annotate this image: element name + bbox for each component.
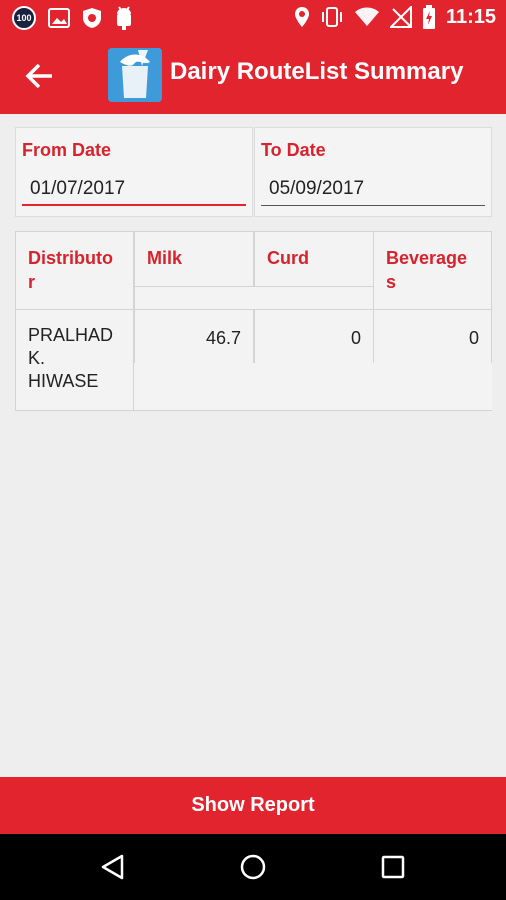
wifi-icon <box>354 7 379 26</box>
milk-glass-icon <box>108 48 162 102</box>
header-beverages: Beverage s <box>373 231 492 310</box>
image-icon <box>48 8 70 28</box>
android-icon <box>117 6 131 30</box>
header-distributor: Distributo r <box>15 231 134 310</box>
cell-beverages: 0 <box>373 309 492 364</box>
nav-recents-icon[interactable] <box>378 852 408 882</box>
status-notification-icons: 100 <box>12 6 134 30</box>
cell-milk: 46.7 <box>134 309 254 364</box>
status-time: 11:15 <box>445 5 496 28</box>
nav-home-icon[interactable] <box>238 852 268 882</box>
system-nav-bar <box>0 834 506 900</box>
vibrate-icon <box>321 7 342 27</box>
to-date-label: To Date <box>261 140 326 160</box>
row-filler <box>134 363 492 411</box>
header-curd: Curd <box>254 231 374 287</box>
header-spacer <box>134 286 374 310</box>
to-date-field[interactable]: 05/09/2017 <box>261 174 485 206</box>
cell-curd: 0 <box>254 309 374 364</box>
battery-saver-badge-icon: 100 <box>12 6 36 30</box>
to-date-card: To Date 05/09/2017 <box>254 127 492 217</box>
from-date-card: From Date 01/07/2017 <box>15 127 253 217</box>
from-date-field[interactable]: 01/07/2017 <box>22 174 246 206</box>
cell-distributor: PRALHAD K. HIWASE <box>15 309 134 411</box>
page-title: Dairy RouteList Summary <box>170 58 464 85</box>
battery-charging-icon <box>422 5 435 29</box>
header-milk: Milk <box>134 231 254 287</box>
status-bar: 100 11:15 <box>0 0 506 36</box>
back-arrow-icon[interactable] <box>22 58 58 94</box>
status-system-icons: 11:15 <box>294 5 496 29</box>
shield-icon <box>83 8 101 28</box>
show-report-button[interactable]: Show Report <box>0 777 506 834</box>
from-date-label: From Date <box>22 140 112 160</box>
nav-back-icon[interactable] <box>98 852 128 882</box>
app-logo <box>108 48 162 102</box>
app-bar: Dairy RouteList Summary <box>0 36 506 114</box>
no-signal-icon <box>389 6 412 28</box>
location-icon <box>294 7 309 27</box>
